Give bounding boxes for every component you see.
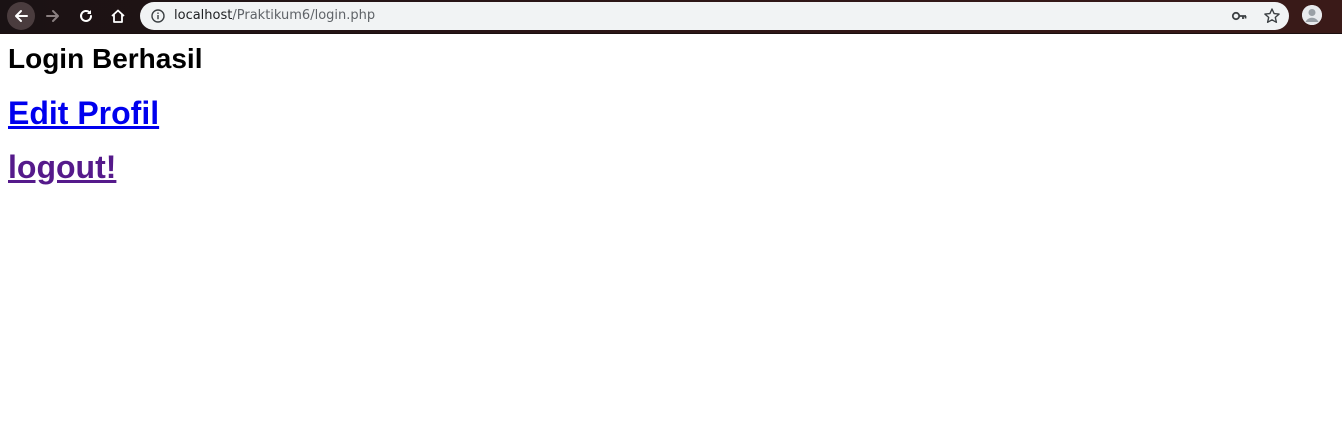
key-icon[interactable]	[1231, 8, 1247, 29]
avatar-icon[interactable]	[1302, 5, 1322, 25]
url-text[interactable]: localhost/Praktikum6/login.php	[174, 8, 375, 24]
logout-heading: logout!	[8, 150, 1334, 184]
forward-arrow-icon[interactable]	[39, 2, 67, 30]
reload-icon[interactable]	[72, 2, 100, 30]
back-arrow-icon[interactable]	[7, 2, 35, 30]
url-host: localhost	[174, 8, 233, 23]
logout-link[interactable]: logout!	[8, 149, 116, 185]
address-bar[interactable]: localhost/Praktikum6/login.php	[140, 2, 1289, 30]
edit-profile-link[interactable]: Edit Profil	[8, 95, 159, 131]
page-content: Login Berhasil Edit Profil logout!	[0, 42, 1342, 184]
star-icon[interactable]	[1263, 7, 1281, 30]
edit-profile-heading: Edit Profil	[8, 96, 1334, 130]
home-icon[interactable]	[104, 2, 132, 30]
info-icon[interactable]	[151, 9, 165, 23]
url-path: /Praktikum6/login.php	[232, 8, 376, 23]
login-success-heading: Login Berhasil	[8, 43, 203, 74]
browser-toolbar: localhost/Praktikum6/login.php	[0, 0, 1342, 34]
